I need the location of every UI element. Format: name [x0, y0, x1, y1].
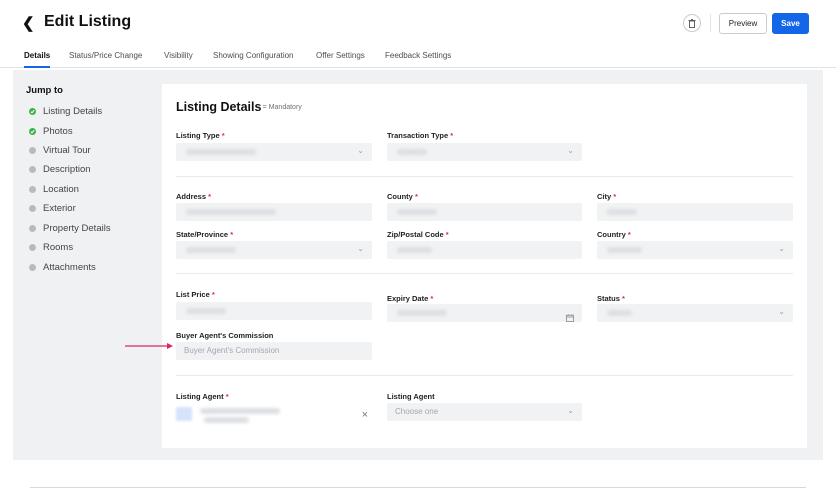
tab-feedback-settings[interactable]: Feedback Settings: [385, 51, 451, 68]
dot-icon: [29, 185, 36, 193]
preview-button[interactable]: Preview: [719, 13, 767, 34]
calendar-icon[interactable]: [566, 309, 574, 327]
divider: [176, 273, 793, 274]
list-price-label: List Price *: [176, 290, 215, 299]
jump-item-label: Photos: [43, 125, 73, 137]
state-label: State/Province *: [176, 230, 234, 239]
chevron-down-icon: ⌄: [778, 244, 785, 253]
footer-divider: [30, 487, 806, 488]
jump-item-label: Location: [43, 183, 79, 195]
dot-icon: [29, 146, 36, 154]
save-button[interactable]: Save: [772, 13, 809, 34]
listing-type-select[interactable]: ⌄: [176, 143, 372, 161]
jump-item-rooms[interactable]: Rooms: [29, 240, 73, 254]
chevron-down-icon: ⌄: [567, 406, 574, 415]
jump-item-label: Exterior: [43, 202, 76, 214]
dot-icon: [29, 243, 36, 251]
tab-offer-settings[interactable]: Offer Settings: [316, 51, 365, 68]
top-bar: ❮ Edit Listing Preview Save: [0, 0, 836, 46]
listing-agent-label: Listing Agent *: [176, 392, 229, 401]
listing-details-card: [162, 84, 807, 448]
expiry-date-label: Expiry Date *: [387, 294, 434, 303]
state-select[interactable]: ⌄: [176, 241, 372, 259]
country-select[interactable]: ⌄: [597, 241, 793, 259]
chevron-left-icon[interactable]: ❮: [22, 14, 35, 32]
avatar: [176, 407, 192, 421]
tab-visibility[interactable]: Visibility: [164, 51, 193, 68]
jump-item-description[interactable]: Description: [29, 162, 91, 176]
list-price-input[interactable]: [176, 302, 372, 320]
jump-item-exterior[interactable]: Exterior: [29, 201, 76, 215]
listing-agent-2-label: Listing Agent: [387, 392, 435, 401]
county-label: County *: [387, 192, 418, 201]
check-icon: [29, 127, 36, 135]
city-input[interactable]: [597, 203, 793, 221]
address-input[interactable]: [176, 203, 372, 221]
page-title: Edit Listing: [44, 13, 132, 30]
buyer-commission-label: Buyer Agent's Commission: [176, 331, 274, 340]
transaction-type-select[interactable]: ⌄: [387, 143, 582, 161]
chevron-down-icon: ⌄: [357, 244, 364, 253]
chevron-down-icon: ⌄: [567, 146, 574, 155]
jump-item-listing-details[interactable]: Listing Details: [29, 104, 102, 118]
jump-item-label: Virtual Tour: [43, 144, 91, 156]
dot-icon: [29, 165, 36, 173]
status-label: Status *: [597, 294, 625, 303]
buyer-commission-input[interactable]: Buyer Agent's Commission: [176, 342, 372, 360]
jump-item-attachments[interactable]: Attachments: [29, 260, 96, 274]
listing-agent-selected[interactable]: ×: [176, 405, 372, 427]
check-icon: [29, 107, 36, 115]
chevron-down-icon: ⌄: [778, 307, 785, 316]
divider: [176, 375, 793, 376]
county-input[interactable]: [387, 203, 582, 221]
status-select[interactable]: ⌄: [597, 304, 793, 322]
jump-to-heading: Jump to: [26, 85, 63, 96]
section-title: Listing Details: [176, 100, 262, 114]
transaction-type-label: Transaction Type *: [387, 131, 454, 140]
dot-icon: [29, 204, 36, 212]
tab-bar: Details Status/Price Change Visibility S…: [0, 46, 836, 68]
city-label: City *: [597, 192, 617, 201]
trash-icon[interactable]: [683, 14, 701, 32]
jump-item-location[interactable]: Location: [29, 182, 79, 196]
tab-status-price-change[interactable]: Status/Price Change: [69, 51, 142, 68]
jump-item-label: Attachments: [43, 261, 96, 273]
jump-item-virtual-tour[interactable]: Virtual Tour: [29, 143, 91, 157]
dot-icon: [29, 263, 36, 271]
pointer-arrow-icon: [125, 336, 173, 354]
zip-input[interactable]: [387, 241, 582, 259]
jump-item-label: Listing Details: [43, 105, 103, 117]
toolbar-divider: [710, 14, 711, 32]
close-icon[interactable]: ×: [362, 409, 368, 421]
expiry-date-input[interactable]: [387, 304, 582, 322]
tab-details[interactable]: Details: [24, 51, 51, 68]
zip-label: Zip/Postal Code *: [387, 230, 449, 239]
tab-showing-configuration[interactable]: Showing Configuration: [213, 51, 294, 68]
jump-item-property-details[interactable]: Property Details: [29, 221, 111, 235]
address-label: Address *: [176, 192, 212, 201]
dot-icon: [29, 224, 36, 232]
jump-item-label: Property Details: [43, 222, 111, 234]
country-label: Country *: [597, 230, 631, 239]
divider: [176, 176, 793, 177]
jump-item-photos[interactable]: Photos: [29, 124, 73, 138]
chevron-down-icon: ⌄: [357, 146, 364, 155]
listing-type-label: Listing Type *: [176, 131, 225, 140]
listing-agent-select[interactable]: Choose one ⌄: [387, 403, 582, 421]
mandatory-note: * = Mandatory: [258, 104, 302, 111]
jump-item-label: Description: [43, 163, 91, 175]
jump-item-label: Rooms: [43, 241, 74, 253]
